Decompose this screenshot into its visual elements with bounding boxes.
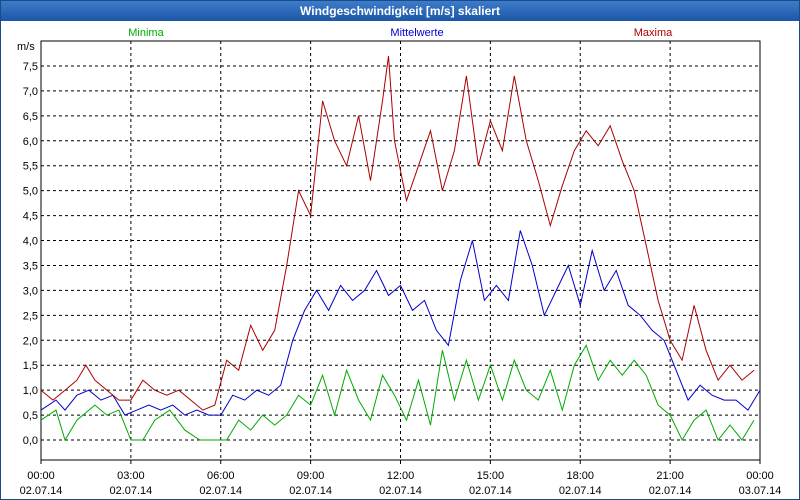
chart-window: Windgeschwindigkeit [m/s] skaliert m/s 0… [0,0,800,500]
y-tick-label: 2,0 [23,335,38,347]
x-tick-date-label: 02.07.14 [379,485,422,497]
y-tick-label: 0,0 [23,435,38,447]
y-tick-label: 3,0 [23,285,38,297]
x-tick-time-label: 15:00 [477,470,505,482]
series-line-maxima [40,55,755,411]
series-line-minima [40,344,755,442]
x-tick-time-label: 00:00 [27,470,55,482]
y-tick-label: 5,0 [23,186,38,198]
x-tick-time-label: 18:00 [566,470,594,482]
x-tick-date-label: 02.07.14 [649,485,692,497]
x-tick-date-label: 02.07.14 [109,485,152,497]
x-tick-date-label: 02.07.14 [289,485,332,497]
y-tick-label: 7,0 [23,86,38,98]
x-tick-time-label: 21:00 [656,470,684,482]
y-tick-label: 3,5 [23,260,38,272]
y-tick-label: 2,5 [23,310,38,322]
y-tick-label: 0,5 [23,410,38,422]
y-axis-unit-label: m/s [17,41,35,53]
x-tick-time-label: 06:00 [207,470,235,482]
x-tick-time-label: 00:00 [746,470,774,482]
legend-entry-minima: Minima [128,27,164,39]
wind-speed-chart: m/s 0,0 0,5 1,0 1,5 2,0 2,5 3,0 3,5 4,0 4,5 5,0 5,5… [17,27,782,497]
x-tick-date-label: 02.07.14 [469,485,512,497]
y-tick-label: 1,0 [23,385,38,397]
y-tick-label: 4,0 [23,236,38,248]
y-tick-label: 7,5 [23,61,38,73]
x-tick-time-label: 12:00 [387,470,415,482]
x-tick-time-label: 09:00 [297,470,325,482]
x-tick-date-label: 02.07.14 [20,485,63,497]
y-tick-label: 1,5 [23,360,38,372]
y-tick-label: 5,5 [23,161,38,173]
x-tick-date-label: 03.07.14 [739,485,782,497]
legend-entry-maxima: Maxima [634,27,673,39]
legend-entry-mittelwerte: Mittelwerte [390,27,443,39]
y-tick-label: 6,0 [23,136,38,148]
x-tick-date-label: 02.07.14 [559,485,602,497]
y-tick-label: 4,5 [23,211,38,223]
x-tick-time-label: 03:00 [117,470,145,482]
y-tick-label: 6,5 [23,111,38,123]
x-tick-date-label: 02.07.14 [199,485,242,497]
